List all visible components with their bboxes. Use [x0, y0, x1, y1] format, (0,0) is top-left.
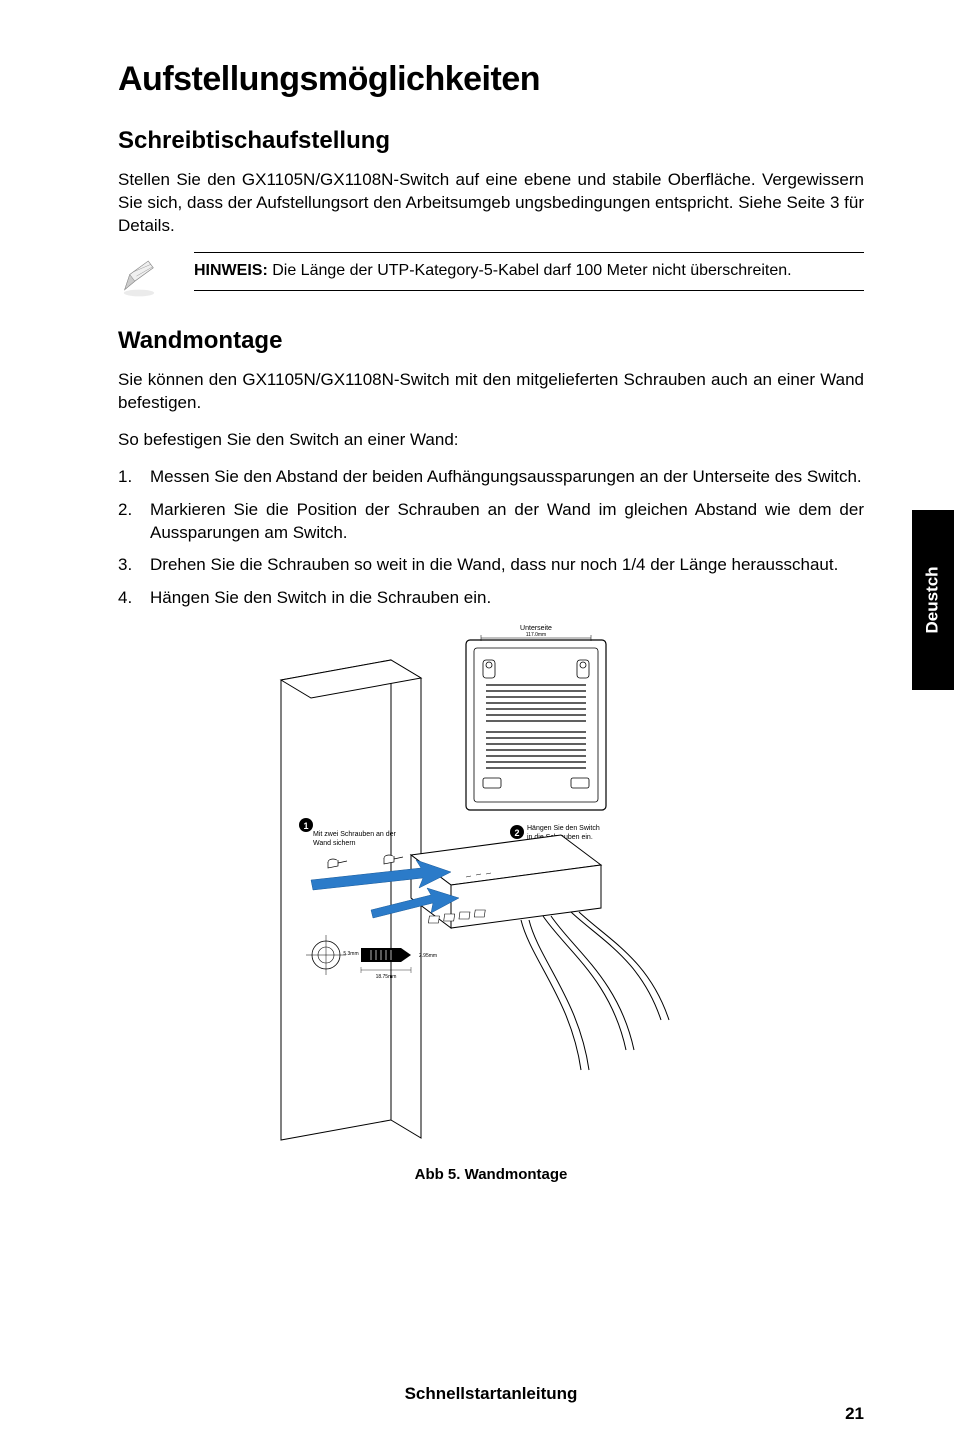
svg-dim-5-3: 5.3mm	[343, 951, 358, 957]
wall-mount-diagram: Unterseite 117.0mm	[271, 620, 711, 1160]
note-label: HINWEIS:	[194, 262, 268, 279]
language-tab: Deustch	[912, 510, 954, 690]
list-item: Drehen Sie die Schrauben so weit in die …	[118, 554, 864, 577]
section-body-desktop: Stellen Sie den GX1105N/GX1108N-Switch a…	[118, 169, 864, 238]
instruction-lead: So befestigen Sie den Switch an einer Wa…	[118, 429, 864, 452]
footer-title: Schnellstartanleitung	[118, 1384, 864, 1404]
section-heading-wall: Wandmontage	[118, 327, 864, 355]
page-number: 21	[845, 1404, 864, 1424]
page-title: Aufstellungsmöglichkeiten	[118, 60, 864, 99]
note-box: HINWEIS: Die Länge der UTP-Kategory-5-Ka…	[118, 252, 864, 303]
callout-num-1: 1	[303, 821, 308, 831]
list-item: Messen Sie den Abstand der beiden Aufhän…	[118, 466, 864, 489]
svg-label-top: Unterseite	[520, 625, 552, 632]
language-tab-label: Deustch	[923, 566, 943, 633]
pencil-icon	[118, 252, 176, 303]
list-item: Hängen Sie den Switch in die Schraubеn e…	[118, 587, 864, 610]
section-intro-wall: Sie können den GX1105N/GX1108N-Switch mi…	[118, 369, 864, 415]
steps-list: Messen Sie den Abstand der beiden Aufhän…	[118, 466, 864, 611]
callout-text-1b: Wand sichern	[313, 840, 356, 847]
list-item: Markieren Sie die Position der Schrauben…	[118, 499, 864, 545]
note-body: Die Länge der UTP-Kategory-5-Kabel darf …	[268, 262, 792, 279]
callout-text-1a: Mit zwei Schrauben an der	[313, 831, 397, 838]
figure: Unterseite 117.0mm	[118, 620, 864, 1183]
callout-num-2: 2	[514, 828, 519, 838]
figure-caption: Abb 5. Wandmontage	[118, 1166, 864, 1183]
section-heading-desktop: Schreibtischaufstellung	[118, 127, 864, 155]
callout-text-2a: Hängen Sie den Switch	[527, 825, 600, 832]
svg-dim-18-75: 18.75mm	[376, 974, 397, 980]
svg-dim-2-95: 2.95mm	[419, 953, 437, 959]
note-text: HINWEIS: Die Länge der UTP-Kategory-5-Ka…	[194, 261, 860, 282]
